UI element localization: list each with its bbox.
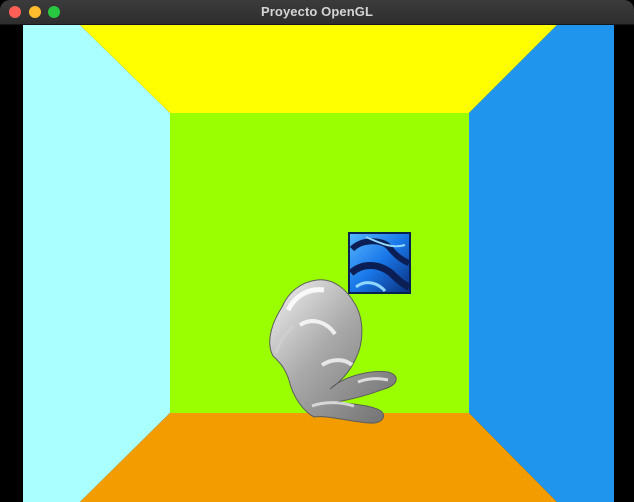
- app-window: Proyecto OpenGL: [0, 0, 634, 502]
- opengl-viewport[interactable]: [0, 25, 634, 502]
- title-bar[interactable]: Proyecto OpenGL: [0, 0, 634, 25]
- right-wall: [469, 25, 614, 502]
- opengl-scene: [0, 25, 634, 502]
- textured-cube: [348, 232, 411, 294]
- left-wall: [23, 25, 170, 502]
- window-title: Proyecto OpenGL: [260, 4, 374, 19]
